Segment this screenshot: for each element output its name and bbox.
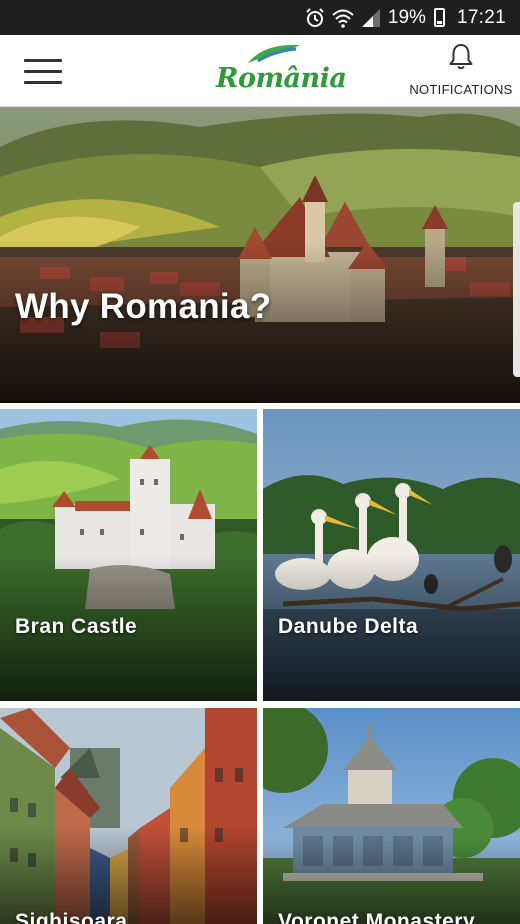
app-header: România NOTIFICATIONS bbox=[0, 35, 520, 107]
logo-text: România bbox=[216, 63, 347, 94]
notifications-button[interactable]: NOTIFICATIONS bbox=[406, 43, 516, 103]
tile-sighisoara[interactable]: Sighisoara bbox=[0, 708, 257, 924]
clock: 17:21 bbox=[456, 6, 506, 28]
alarm-icon bbox=[304, 7, 326, 29]
danube-delta-image bbox=[263, 409, 520, 701]
carousel-edge-indicator bbox=[513, 202, 520, 377]
why-romania-banner[interactable]: Why Romania? bbox=[0, 107, 520, 403]
tile-title: Sighisoara bbox=[15, 910, 128, 924]
wifi-icon bbox=[332, 7, 354, 29]
bell-icon bbox=[449, 44, 473, 70]
sighisoara-street-image bbox=[0, 708, 257, 924]
tile-bran-castle[interactable]: Bran Castle bbox=[0, 409, 257, 701]
tile-title: Bran Castle bbox=[15, 615, 138, 638]
hamburger-menu-icon[interactable] bbox=[24, 59, 62, 85]
tile-title: Voronet Monastery bbox=[278, 910, 476, 924]
status-bar: 19% 17:21 bbox=[0, 0, 520, 35]
voronet-monastery-image bbox=[263, 708, 520, 924]
hero-title: Why Romania? bbox=[15, 287, 272, 326]
bran-castle-image bbox=[0, 409, 257, 701]
signal-icon bbox=[360, 7, 382, 29]
village-landscape-image bbox=[0, 107, 520, 403]
romania-logo: România bbox=[210, 41, 347, 101]
tile-title: Danube Delta bbox=[278, 615, 419, 638]
tile-voronet-monastery[interactable]: Voronet Monastery bbox=[263, 708, 520, 924]
notifications-label: NOTIFICATIONS bbox=[409, 82, 513, 97]
tile-danube-delta[interactable]: Danube Delta bbox=[263, 409, 520, 701]
battery-icon bbox=[433, 8, 445, 27]
battery-percent: 19% bbox=[387, 6, 426, 28]
